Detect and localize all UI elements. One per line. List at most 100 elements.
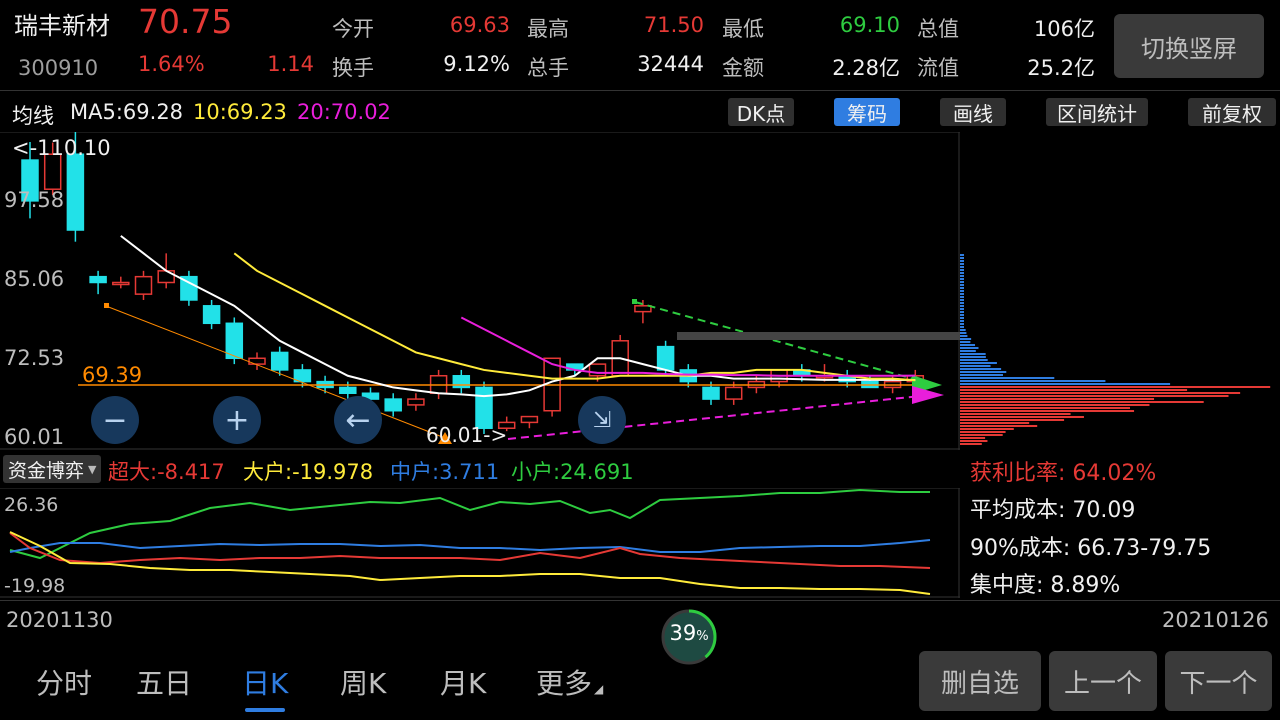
chip-bar (960, 386, 1271, 388)
chip-bar (960, 302, 964, 304)
collapse-icon: ⇲ (592, 407, 612, 433)
tab-weekly-k[interactable]: 周K (340, 662, 386, 702)
candle-body (656, 345, 675, 371)
chip-bar (960, 293, 964, 295)
delete-watchlist-button[interactable]: 删自选 (919, 651, 1041, 711)
previous-stock-button[interactable]: 上一个 (1049, 651, 1157, 711)
fund-y-bottom: -19.98 (4, 575, 65, 597)
chip-bar (960, 323, 964, 325)
chip-bar (960, 281, 964, 283)
candle-body (588, 363, 607, 377)
chip-bar (960, 362, 997, 364)
zoom-in-button[interactable]: + (213, 396, 261, 444)
chip-bar (960, 263, 964, 265)
ma5-value: MA5:69.28 (70, 100, 184, 124)
ma20-value: 20:70.02 (297, 100, 391, 124)
chip-bar (960, 389, 1188, 391)
chip-bar (960, 395, 1229, 397)
chip-bar (960, 374, 1003, 376)
chip-distribution-chart (960, 254, 1271, 445)
chip-bar (960, 422, 1030, 424)
zoom-out-button[interactable]: − (91, 396, 139, 444)
ma-title: 均线 (12, 104, 54, 128)
chip-bar (960, 305, 964, 307)
chip-bar (960, 254, 964, 256)
fund-mid-value: 中户:3.711 (390, 460, 500, 484)
candle-body (384, 398, 402, 412)
chip-bar (960, 368, 1002, 370)
stock-code: 300910 (18, 56, 99, 80)
chip-bar (960, 413, 1071, 415)
fund-selector-dropdown[interactable]: 资金博弈 ▼ (3, 455, 101, 483)
chip-bar (960, 350, 976, 352)
chip-bar (960, 353, 986, 355)
high-label: 最高 (527, 17, 569, 41)
float-value: 25.2亿 (1027, 56, 1095, 80)
reset-view-button[interactable]: ⇲ (578, 396, 626, 444)
turnover-value: 9.12% (443, 52, 510, 76)
chip-bar (960, 284, 964, 286)
minus-icon: − (102, 402, 128, 438)
tab-more[interactable]: 更多 ◢ (536, 662, 603, 702)
candle-body (112, 281, 130, 286)
candle-body (202, 305, 221, 325)
candle-8 (180, 270, 198, 306)
chip-bar (960, 440, 988, 442)
float-label: 流值 (917, 56, 959, 80)
chips-button[interactable]: 筹码 (834, 98, 900, 126)
pan-left-button[interactable]: ← (334, 396, 382, 444)
concentration: 集中度: 8.89% (970, 573, 1121, 598)
chip-bar (960, 314, 964, 316)
tab-daily-k[interactable]: 日K (242, 662, 288, 702)
kline-chart[interactable]: 97.58 85.06 72.53 60.01 <-110.10 60.01->… (0, 132, 960, 450)
chip-bar (960, 359, 988, 361)
chip-bar (960, 290, 964, 292)
dropdown-arrow-icon: ▼ (88, 462, 97, 476)
chip-bar (960, 332, 967, 334)
chip-bar (960, 419, 1065, 421)
chip-bar (960, 335, 968, 337)
candle-body (407, 398, 425, 406)
cost-90-range: 90%成本: 66.73-79.75 (970, 536, 1212, 561)
triangle-icon: ◢ (594, 682, 604, 696)
change-pct: 1.64% (138, 52, 205, 76)
chip-bar (960, 257, 964, 259)
candle-27 (611, 334, 629, 377)
volume-label: 总手 (527, 56, 569, 80)
fund-small-value: 小户:24.691 (511, 460, 634, 484)
mcap-label: 总值 (917, 17, 959, 41)
candle-body (270, 351, 289, 371)
dk-point-button[interactable]: DK点 (728, 98, 794, 126)
stock-name: 瑞丰新材 (14, 12, 110, 40)
tab-five-day[interactable]: 五日 (136, 662, 192, 702)
y-tick-85-06: 85.06 (4, 267, 64, 291)
tab-more-label: 更多 (536, 667, 593, 700)
max-price-label: <-110.10 (12, 136, 111, 160)
fund-super-value: 超大:-8.417 (108, 460, 225, 484)
forward-adjust-button[interactable]: 前复权 (1188, 98, 1276, 126)
plus-icon: + (224, 402, 250, 438)
switch-portrait-button[interactable]: 切换竖屏 (1114, 14, 1264, 78)
chip-bar (960, 266, 964, 268)
chip-bar (960, 296, 964, 298)
active-tab-indicator (245, 708, 285, 712)
fund-y-top: 26.36 (4, 494, 58, 516)
next-stock-button[interactable]: 下一个 (1165, 651, 1272, 711)
date-divider (0, 600, 1280, 601)
chip-bar (960, 317, 964, 319)
candle-body (339, 386, 357, 395)
chip-highlight-bar (677, 332, 960, 340)
interval-stats-button[interactable]: 区间统计 (1046, 98, 1148, 126)
volume-value: 32444 (637, 52, 704, 76)
fund-large-value: 大户:-19.978 (243, 460, 374, 484)
chip-bar (960, 272, 964, 274)
tab-monthly-k[interactable]: 月K (440, 662, 486, 702)
candle-body (66, 153, 85, 231)
average-cost: 平均成本: 70.09 (970, 498, 1136, 523)
y-tick-97-58: 97.58 (4, 188, 64, 212)
draw-line-button[interactable]: 画线 (940, 98, 1006, 126)
candle-body (520, 415, 539, 424)
chip-bar (960, 320, 964, 322)
chip-bar (960, 326, 964, 328)
tab-intraday[interactable]: 分时 (36, 662, 92, 702)
